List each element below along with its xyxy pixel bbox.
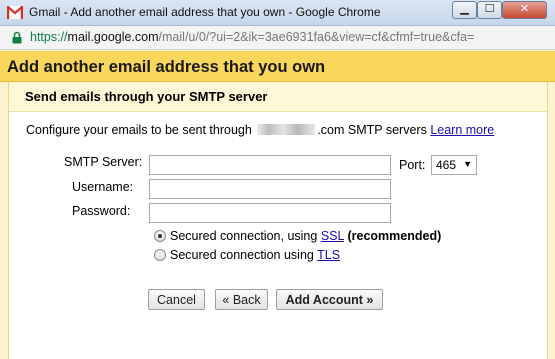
ssl-radio[interactable]	[154, 230, 166, 242]
smtp-server-label: SMTP Server:	[64, 155, 143, 169]
port-select[interactable]: 465 ▼	[431, 155, 477, 175]
add-account-button[interactable]: Add Account »	[276, 289, 383, 310]
url-text[interactable]: https://mail.google.com/mail/u/0/?ui=2&i…	[30, 30, 474, 44]
gmail-icon	[7, 6, 23, 19]
browser-window: Gmail - Add another email address that y…	[0, 0, 555, 359]
maximize-button[interactable]: ☐	[477, 1, 502, 19]
tls-prefix: Secured connection using	[170, 248, 314, 262]
back-button[interactable]: « Back	[215, 289, 268, 310]
title-bar: Gmail - Add another email address that y…	[0, 0, 555, 26]
port-value: 465	[436, 158, 457, 172]
smtp-server-input[interactable]	[149, 155, 391, 175]
port-label: Port:	[399, 158, 426, 172]
description-suffix: .com SMTP servers	[317, 123, 427, 137]
dialog-panel: Send emails through your SMTP server Con…	[8, 82, 548, 359]
ssl-link[interactable]: SSL	[321, 229, 344, 243]
redacted-domain	[257, 124, 316, 135]
chevron-down-icon: ▼	[463, 159, 472, 169]
tls-option[interactable]: Secured connection using TLS	[154, 248, 340, 262]
dialog-header: Add another email address that you own	[0, 51, 555, 82]
address-bar[interactable]: https://mail.google.com/mail/u/0/?ui=2&i…	[0, 26, 555, 50]
url-path: /mail/u/0/?ui=2&ik=3ae6931fa6&view=cf&cf…	[158, 30, 475, 44]
tls-radio[interactable]	[154, 249, 166, 261]
close-window-button[interactable]: ✕	[502, 1, 547, 19]
url-host: mail.google.com	[67, 30, 159, 44]
tls-link[interactable]: TLS	[317, 248, 340, 262]
learn-more-link[interactable]: Learn more	[430, 123, 494, 137]
section-title: Send emails through your SMTP server	[25, 89, 268, 104]
username-input[interactable]	[149, 179, 391, 199]
section-header: Send emails through your SMTP server	[9, 82, 547, 112]
window-title: Gmail - Add another email address that y…	[29, 5, 381, 19]
ssl-recommended: (recommended)	[347, 229, 442, 243]
password-label: Password:	[72, 204, 131, 218]
username-label: Username:	[72, 180, 134, 194]
ssl-prefix: Secured connection, using	[170, 229, 318, 243]
dialog-title: Add another email address that you own	[7, 58, 326, 76]
description-prefix: Configure your emails to be sent through	[26, 123, 252, 137]
lock-icon	[12, 31, 22, 44]
minimize-button[interactable]: ▁	[452, 1, 477, 19]
ssl-option[interactable]: Secured connection, using SSL (recommend…	[154, 229, 441, 243]
url-protocol: https://	[30, 30, 68, 44]
cancel-button[interactable]: Cancel	[148, 289, 205, 310]
description: Configure your emails to be sent through…	[26, 123, 494, 137]
password-input[interactable]	[149, 203, 391, 223]
